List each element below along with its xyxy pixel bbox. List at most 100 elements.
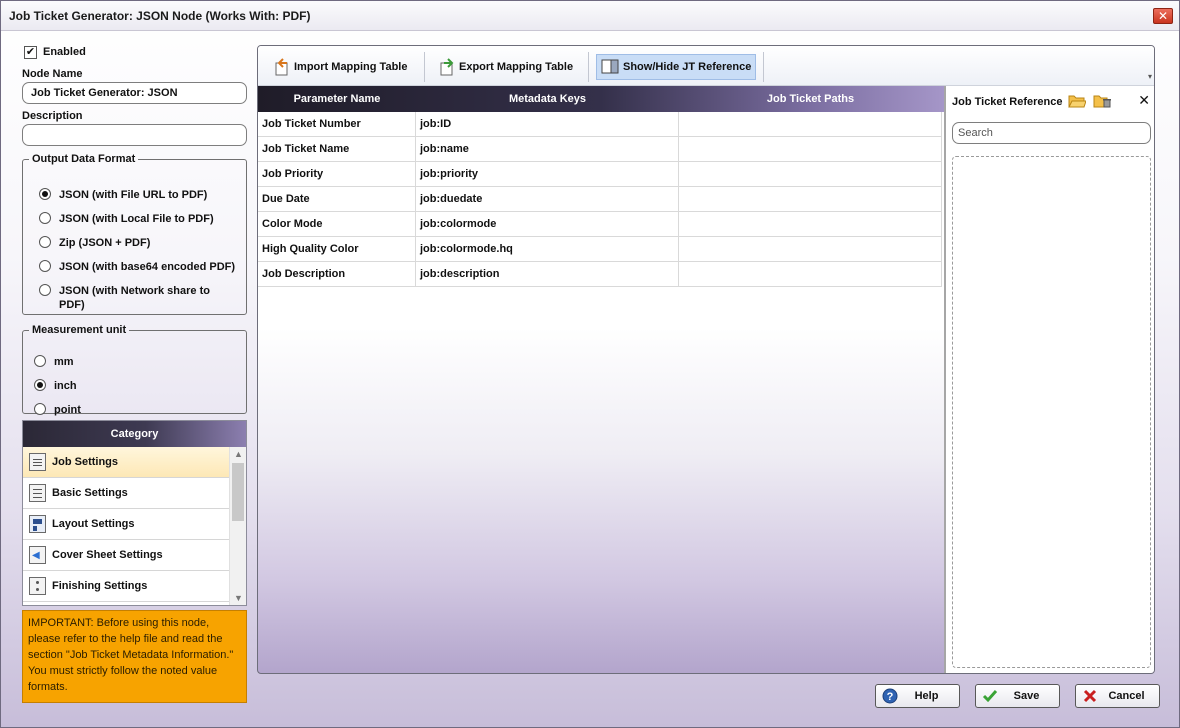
radio-label: JSON (with Network share to PDF)	[59, 285, 210, 311]
enabled-checkbox[interactable]: ✔	[24, 45, 37, 59]
column-header-metadata-keys[interactable]: Metadata Keys	[416, 86, 679, 112]
export-icon	[440, 58, 454, 76]
radio-label: Zip (JSON + PDF)	[59, 237, 151, 249]
radio-label: JSON (with Local File to PDF)	[59, 213, 214, 225]
toolbar-separator	[588, 52, 589, 82]
category-scrollbar[interactable]: ▲ ▼	[229, 447, 246, 605]
table-row[interactable]: Due Date job:duedate	[258, 187, 942, 212]
cell-job-ticket-path[interactable]	[679, 237, 942, 262]
enabled-checkbox-row[interactable]: ✔ Enabled	[24, 44, 86, 60]
radio-label: inch	[54, 380, 77, 392]
open-folder-icon[interactable]	[1068, 94, 1086, 108]
radio-button[interactable]	[39, 188, 51, 200]
radio-label: JSON (with base64 encoded PDF)	[59, 261, 236, 273]
table-row[interactable]: Job Description job:description	[258, 262, 942, 287]
cell-job-ticket-path[interactable]	[679, 162, 942, 187]
scroll-down-icon[interactable]: ▼	[230, 593, 246, 603]
radio-button[interactable]	[34, 355, 46, 367]
radio-button[interactable]	[39, 236, 51, 248]
cell-parameter-name[interactable]: Due Date	[258, 187, 416, 212]
cell-job-ticket-path[interactable]	[679, 137, 942, 162]
category-item-label: Layout Settings	[52, 518, 135, 530]
radio-json-network-share[interactable]: JSON (with Network share to PDF)	[39, 284, 229, 312]
cell-metadata-key[interactable]: job:ID	[416, 112, 679, 137]
export-mapping-button[interactable]: Export Mapping Table	[433, 54, 579, 80]
window-close-button[interactable]: ✕	[1153, 8, 1173, 24]
help-label: Help	[914, 690, 939, 702]
reference-tree[interactable]	[952, 156, 1151, 668]
cell-metadata-key[interactable]: job:duedate	[416, 187, 679, 212]
reference-close-icon[interactable]: ✕	[1138, 92, 1150, 109]
cell-parameter-name[interactable]: Job Ticket Name	[258, 137, 416, 162]
table-header: Parameter Name Metadata Keys Job Ticket …	[258, 86, 944, 112]
radio-json-file-url[interactable]: JSON (with File URL to PDF)	[39, 188, 207, 202]
cell-metadata-key[interactable]: job:colormode	[416, 212, 679, 237]
cell-parameter-name[interactable]: Color Mode	[258, 212, 416, 237]
cell-parameter-name[interactable]: Job Ticket Number	[258, 112, 416, 137]
cell-metadata-key[interactable]: job:name	[416, 137, 679, 162]
cell-metadata-key[interactable]: job:description	[416, 262, 679, 287]
category-item-basic-settings[interactable]: Basic Settings	[23, 478, 229, 509]
import-mapping-button[interactable]: Import Mapping Table	[268, 54, 413, 80]
scroll-thumb[interactable]	[232, 463, 244, 521]
radio-label: mm	[54, 356, 74, 368]
save-button[interactable]: Save	[975, 684, 1060, 708]
mapping-panel: Import Mapping Table Export Mapping Tabl…	[257, 45, 1155, 674]
import-icon	[275, 58, 288, 76]
radio-button[interactable]	[39, 260, 51, 272]
table-row[interactable]: High Quality Color job:colormode.hq	[258, 237, 942, 262]
important-note: IMPORTANT: Before using this node, pleas…	[22, 610, 247, 703]
panel-toggle-icon	[601, 59, 619, 74]
help-button[interactable]: ? Help	[875, 684, 960, 708]
cancel-button[interactable]: Cancel	[1075, 684, 1160, 708]
radio-point[interactable]: point	[34, 403, 81, 417]
radio-zip[interactable]: Zip (JSON + PDF)	[39, 236, 150, 250]
cell-job-ticket-path[interactable]	[679, 262, 942, 287]
job-ticket-reference-panel: Job Ticket Reference ✕ Search	[944, 86, 1154, 673]
node-name-input[interactable]: Job Ticket Generator: JSON	[22, 82, 247, 104]
column-header-job-ticket-paths[interactable]: Job Ticket Paths	[679, 86, 942, 112]
cell-parameter-name[interactable]: High Quality Color	[258, 237, 416, 262]
category-item-label: Job Settings	[52, 456, 119, 468]
title-bar[interactable]: Job Ticket Generator: JSON Node (Works W…	[1, 1, 1179, 31]
cell-metadata-key[interactable]: job:colormode.hq	[416, 237, 679, 262]
category-item-cover-sheet-settings[interactable]: ◀ Cover Sheet Settings	[23, 540, 229, 571]
table-row[interactable]: Job Ticket Name job:name	[258, 137, 942, 162]
clear-folder-icon[interactable]	[1093, 94, 1111, 108]
radio-button[interactable]	[34, 403, 46, 415]
cell-parameter-name[interactable]: Job Description	[258, 262, 416, 287]
radio-json-base64[interactable]: JSON (with base64 encoded PDF)	[39, 260, 235, 274]
output-format-group: Output Data Format JSON (with File URL t…	[22, 153, 247, 315]
import-mapping-label: Import Mapping Table	[294, 61, 408, 73]
category-item-finishing-settings[interactable]: Finishing Settings	[23, 571, 229, 602]
cell-job-ticket-path[interactable]	[679, 187, 942, 212]
layout-icon	[29, 515, 46, 533]
cell-job-ticket-path[interactable]	[679, 212, 942, 237]
column-header-parameter-name[interactable]: Parameter Name	[258, 86, 416, 112]
category-item-label: Cover Sheet Settings	[52, 549, 163, 561]
toolbar-overflow-icon[interactable]: ▾	[1148, 72, 1152, 81]
radio-mm[interactable]: mm	[34, 355, 74, 369]
radio-button[interactable]	[34, 379, 46, 391]
description-input[interactable]	[22, 124, 247, 146]
measurement-unit-legend: Measurement unit	[32, 324, 127, 336]
radio-button[interactable]	[39, 212, 51, 224]
document-icon	[29, 453, 46, 471]
cell-metadata-key[interactable]: job:priority	[416, 162, 679, 187]
category-item-layout-settings[interactable]: Layout Settings	[23, 509, 229, 540]
table-row[interactable]: Color Mode job:colormode	[258, 212, 942, 237]
cell-job-ticket-path[interactable]	[679, 112, 942, 137]
scroll-up-icon[interactable]: ▲	[230, 449, 246, 459]
toolbar-separator	[424, 52, 425, 82]
mapping-table: Parameter Name Metadata Keys Job Ticket …	[258, 86, 944, 673]
cell-parameter-name[interactable]: Job Priority	[258, 162, 416, 187]
radio-json-local-file[interactable]: JSON (with Local File to PDF)	[39, 212, 214, 226]
show-hide-jt-reference-button[interactable]: Show/Hide JT Reference	[596, 54, 757, 80]
radio-button[interactable]	[39, 284, 51, 296]
radio-inch[interactable]: inch	[34, 379, 77, 393]
category-item-job-settings[interactable]: Job Settings	[23, 447, 229, 478]
table-row[interactable]: Job Priority job:priority	[258, 162, 942, 187]
table-row[interactable]: Job Ticket Number job:ID	[258, 112, 942, 137]
reference-search-input[interactable]: Search	[952, 122, 1151, 144]
category-item-label: Finishing Settings	[52, 580, 148, 592]
